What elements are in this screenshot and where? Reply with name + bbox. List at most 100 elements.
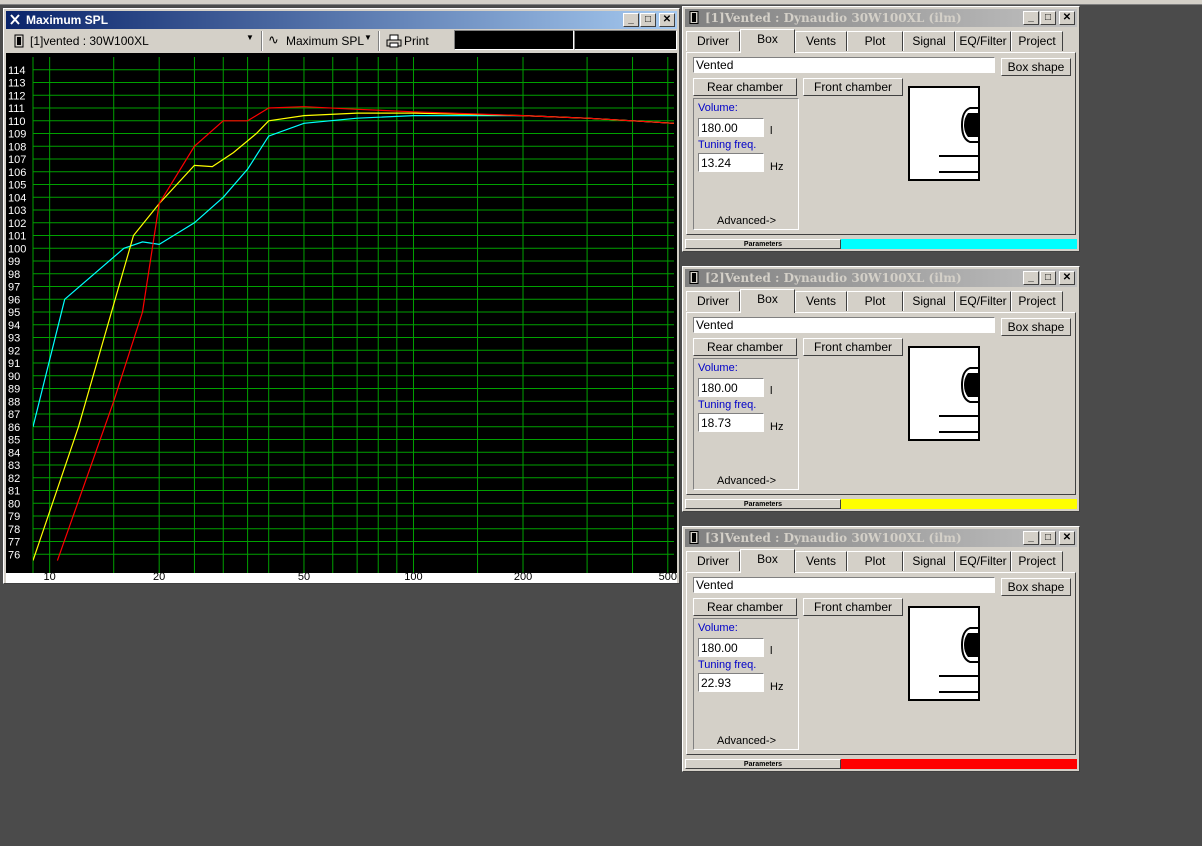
rear-chamber-button[interactable]: Rear chamber (693, 338, 797, 356)
advanced-link[interactable]: Advanced-> (717, 215, 776, 227)
print-button[interactable]: Print (382, 30, 442, 52)
box-type-field[interactable]: Vented (693, 57, 995, 73)
speaker-icon[interactable] (688, 271, 700, 284)
box-window-title: [3]Vented : Dynaudio 30W100XL (ilm) (705, 531, 962, 545)
parameters-button[interactable]: Parameters (685, 759, 841, 769)
app-icon[interactable] (9, 13, 21, 26)
front-chamber-button[interactable]: Front chamber (803, 598, 903, 616)
box-window-titlebar[interactable]: [3]Vented : Dynaudio 30W100XL (ilm) _ □ … (685, 529, 1077, 547)
tab-plot[interactable]: Plot (847, 291, 903, 311)
tab-box[interactable]: Box (740, 29, 795, 53)
tab-box[interactable]: Box (740, 289, 795, 313)
y-tick-label: 111 (8, 103, 25, 115)
tab-plot[interactable]: Plot (847, 551, 903, 571)
box-window-titlebar[interactable]: [1]Vented : Dynaudio 30W100XL (ilm) _ □ … (685, 9, 1077, 27)
y-tick-label: 106 (8, 167, 26, 179)
tab-eq-filter[interactable]: EQ/Filter (955, 291, 1011, 311)
close-button[interactable]: ✕ (1059, 531, 1075, 545)
printer-icon (386, 34, 402, 48)
front-chamber-button[interactable]: Front chamber (803, 78, 903, 96)
y-tick-label: 77 (8, 537, 20, 549)
tab-driver[interactable]: Driver (686, 551, 740, 571)
volume-label: Volume: (698, 102, 738, 114)
box-type-field[interactable]: Vented (693, 577, 995, 593)
rear-chamber-button[interactable]: Rear chamber (693, 598, 797, 616)
y-tick-label: 83 (8, 460, 20, 472)
tab-box[interactable]: Box (740, 549, 795, 573)
tab-project[interactable]: Project (1011, 291, 1063, 311)
tab-signal[interactable]: Signal (903, 551, 955, 571)
speaker-icon[interactable] (688, 531, 700, 544)
max-spl-titlebar[interactable]: Maximum SPL _ □ ✕ (6, 11, 677, 29)
volume-input[interactable]: 180.00 (698, 378, 764, 397)
tab-vents[interactable]: Vents (795, 291, 847, 311)
tab-driver[interactable]: Driver (686, 31, 740, 51)
series-color-bar (841, 759, 1077, 769)
box-shape-button[interactable]: Box shape (1001, 318, 1071, 336)
x-tick-label: 20 (153, 571, 165, 583)
tab-eq-filter[interactable]: EQ/Filter (955, 551, 1011, 571)
box-type-field[interactable]: Vented (693, 317, 995, 333)
parameters-button[interactable]: Parameters (685, 239, 841, 249)
print-label: Print (404, 34, 429, 48)
desktop-top-strip (0, 0, 1202, 5)
tab-panel: Vented Box shape Rear chamber Front cham… (686, 52, 1076, 235)
tab-project[interactable]: Project (1011, 551, 1063, 571)
tuning-freq-input[interactable]: 22.93 (698, 673, 764, 692)
maximize-button[interactable]: □ (1040, 271, 1056, 285)
minimize-button[interactable]: _ (1023, 531, 1039, 545)
maximize-button[interactable]: □ (640, 13, 656, 27)
wave-icon: ∿ (268, 32, 279, 47)
y-tick-label: 100 (8, 243, 26, 255)
close-button[interactable]: ✕ (659, 13, 675, 27)
y-tick-label: 107 (8, 154, 26, 166)
project-select[interactable]: [1]vented : 30W100XL ▼ (8, 30, 260, 52)
box-shape-button[interactable]: Box shape (1001, 578, 1071, 596)
tuning-freq-input[interactable]: 18.73 (698, 413, 764, 432)
minimize-button[interactable]: _ (1023, 11, 1039, 25)
max-spl-chart[interactable]: 1141131121111101091081071061051041031021… (6, 53, 677, 583)
rear-chamber-button[interactable]: Rear chamber (693, 78, 797, 96)
y-tick-label: 81 (8, 486, 20, 498)
max-spl-window: Maximum SPL _ □ ✕ [1]vented : 30W100XL ▼… (3, 8, 680, 584)
box-window-titlebar[interactable]: [2]Vented : Dynaudio 30W100XL (ilm) _ □ … (685, 269, 1077, 287)
y-tick-label: 113 (8, 78, 26, 90)
y-tick-label: 103 (8, 205, 26, 217)
chevron-down-icon: ▼ (246, 33, 254, 42)
y-tick-label: 97 (8, 282, 20, 294)
y-tick-label: 91 (8, 358, 20, 370)
close-button[interactable]: ✕ (1059, 271, 1075, 285)
box-diagram (908, 606, 980, 701)
y-tick-label: 109 (8, 129, 26, 141)
plot-background (6, 53, 677, 573)
tab-plot[interactable]: Plot (847, 31, 903, 51)
maximize-button[interactable]: □ (1040, 531, 1056, 545)
volume-input[interactable]: 180.00 (698, 118, 764, 137)
box-shape-button[interactable]: Box shape (1001, 58, 1071, 76)
tab-signal[interactable]: Signal (903, 291, 955, 311)
tab-driver[interactable]: Driver (686, 291, 740, 311)
close-button[interactable]: ✕ (1059, 11, 1075, 25)
advanced-link[interactable]: Advanced-> (717, 735, 776, 747)
y-tick-label: 76 (8, 549, 20, 561)
tab-eq-filter[interactable]: EQ/Filter (955, 31, 1011, 51)
y-tick-label: 95 (8, 307, 20, 319)
y-tick-label: 82 (8, 473, 20, 485)
speaker-icon[interactable] (688, 11, 700, 24)
tuning-freq-input[interactable]: 13.24 (698, 153, 764, 172)
advanced-link[interactable]: Advanced-> (717, 475, 776, 487)
volume-input[interactable]: 180.00 (698, 638, 764, 657)
tab-vents[interactable]: Vents (795, 551, 847, 571)
tab-vents[interactable]: Vents (795, 31, 847, 51)
tab-panel: Vented Box shape Rear chamber Front cham… (686, 572, 1076, 755)
tab-project[interactable]: Project (1011, 31, 1063, 51)
minimize-button[interactable]: _ (623, 13, 639, 27)
parameters-button[interactable]: Parameters (685, 499, 841, 509)
front-chamber-button[interactable]: Front chamber (803, 338, 903, 356)
tab-signal[interactable]: Signal (903, 31, 955, 51)
x-tick-label: 500 (659, 571, 677, 583)
plot-select[interactable]: ∿ Maximum SPL ▼ (264, 30, 376, 52)
window-title: Maximum SPL (26, 13, 109, 27)
minimize-button[interactable]: _ (1023, 271, 1039, 285)
maximize-button[interactable]: □ (1040, 11, 1056, 25)
